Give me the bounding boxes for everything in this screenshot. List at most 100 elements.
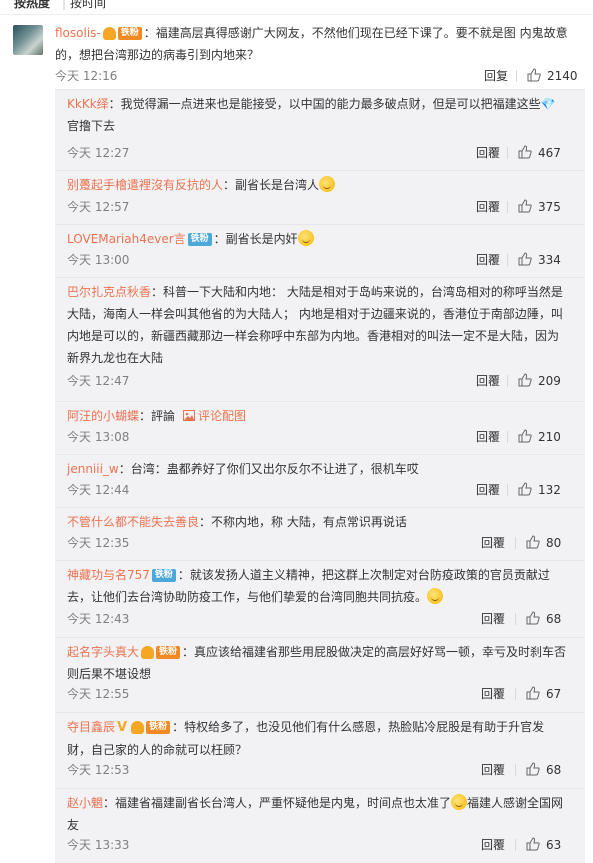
reply-button[interactable]: 回覆 — [476, 145, 500, 161]
comment-image-link[interactable]: 评论配图 — [198, 409, 246, 423]
like-button[interactable]: 467 — [518, 145, 561, 161]
like-count: 209 — [538, 374, 561, 388]
sort-bar: 按热度 | 按时间 — [0, 0, 593, 14]
reply-username[interactable]: 赵小魍 — [67, 796, 103, 810]
divider — [507, 375, 508, 387]
sort-separator: | — [62, 0, 67, 10]
reply-button[interactable]: 回覆 — [476, 373, 500, 389]
emoji-icon — [319, 176, 336, 192]
list-item: KkKk绎：我觉得漏一点进来也是能接受，以中国的能力最多破点财，但是可以把福建这… — [55, 89, 585, 170]
reply-button[interactable]: 回覆 — [481, 762, 505, 778]
divider — [507, 431, 508, 443]
main-comment: flosolis- 铁粉 ：福建高层真得感谢广大网友，不然他们现在已经下课了。要不就… — [0, 14, 593, 89]
fan-badge: 铁粉 — [146, 721, 171, 734]
reply-username[interactable]: 阿汪的小蝴蝶 — [67, 409, 139, 423]
reply-button[interactable]: 回覆 — [476, 199, 500, 215]
reply-button[interactable]: 回覆 — [481, 837, 505, 853]
like-count: 67 — [546, 687, 562, 701]
like-button[interactable]: 209 — [518, 373, 561, 389]
reply-body: ：評論 — [139, 409, 176, 423]
reply-time: 今天 13:33 — [67, 838, 130, 852]
like-count: 68 — [546, 612, 562, 626]
avatar[interactable] — [13, 25, 43, 55]
reply-button[interactable]: 回覆 — [476, 429, 500, 445]
reply-body: ：福建省福建副省长台湾人，严重怀疑他是内鬼，时间点也太准了 — [103, 796, 452, 810]
like-count: 80 — [546, 536, 562, 550]
like-button[interactable]: 63 — [526, 837, 561, 853]
reply-text: jenniii_w：台湾：蛊都养好了你们又出尔反尔不让进了，很机车哎 — [67, 458, 567, 480]
fan-badge: 铁粉 — [156, 646, 181, 659]
reply-username[interactable]: 起名字头真大 — [67, 645, 139, 659]
reply-body: ：不称内地，称 大陆，有点常识再说话 — [199, 515, 407, 529]
reply-username[interactable]: LOVEMariah4ever言 — [67, 232, 186, 246]
like-button[interactable]: 68 — [526, 611, 561, 627]
reply-username[interactable]: 巴尔扎克点秋香 — [67, 285, 151, 299]
reply-time: 今天 12:47 — [67, 374, 130, 388]
reply-time: 今天 12:57 — [67, 200, 130, 214]
picture-icon — [183, 410, 196, 421]
reply-username[interactable]: KkKk绎 — [67, 97, 109, 111]
reply-button[interactable]: 回覆 — [476, 252, 500, 268]
reply-username[interactable]: 夺目鑫辰 — [67, 720, 115, 734]
sort-by-hot-tab[interactable]: 按热度 — [14, 0, 50, 10]
reply-time: 今天 12:55 — [67, 687, 130, 701]
reply-text: 巴尔扎克点秋香：科普一下大陆和内地： 大陆是相对于岛屿来说的，台湾岛相对的称呼当… — [67, 281, 567, 369]
divider — [515, 613, 516, 625]
reply-button[interactable]: 回覆 — [476, 482, 500, 498]
like-count: 63 — [546, 838, 562, 852]
comment-username[interactable]: flosolis- — [55, 26, 101, 40]
like-count: 467 — [538, 146, 561, 160]
list-item: 不管什么都不能失去善良：不称内地，称 大陆，有点常识再说话 今天 12:35 回… — [55, 507, 585, 560]
like-button[interactable]: 210 — [518, 429, 561, 445]
reply-body: ：台湾：蛊都养好了你们又出尔反尔不让进了，很机车哎 — [118, 462, 419, 476]
thumbs-up-icon — [518, 482, 532, 496]
like-button[interactable]: 132 — [518, 482, 561, 498]
list-item: 起名字头真大 铁粉 ：真应该给福建省那些用屁股做决定的高层好好骂一顿，幸亏及时刹车否… — [55, 637, 585, 712]
reply-username[interactable]: jenniii_w — [67, 462, 119, 476]
reply-text: KkKk绎：我觉得漏一点进来也是能接受，以中国的能力最多破点财，但是可以把福建这… — [67, 93, 567, 137]
divider — [515, 688, 516, 700]
list-item: 神藏功与名757 铁粉 ：就该发扬人道主义精神，把这群上次制定对台防疫政策的官员贡献… — [55, 560, 585, 637]
reply-username[interactable]: 别躉起手檜遣裡沒有反抗的人 — [67, 178, 223, 192]
verified-v-icon: V — [117, 720, 128, 735]
reply-body: ：副省长是内奸 — [213, 232, 298, 246]
reply-button[interactable]: 回覆 — [481, 611, 505, 627]
list-item: 夺目鑫辰 V 铁粉 ：特权给多了，也没见他们有什么感恩，热脸贴冷屁股是有助于升官发财，… — [55, 712, 585, 788]
divider — [507, 201, 508, 213]
divider — [515, 839, 516, 851]
like-count: 375 — [538, 200, 561, 214]
divider — [507, 147, 508, 159]
reply-username[interactable]: 神藏功与名757 — [67, 568, 150, 582]
like-button[interactable]: 2140 — [527, 68, 578, 84]
like-button[interactable]: 80 — [526, 535, 561, 551]
like-button[interactable]: 67 — [526, 686, 561, 702]
divider — [515, 537, 516, 549]
reply-body: ：副省长是台湾人 — [223, 178, 320, 192]
like-button[interactable]: 68 — [526, 762, 561, 778]
fan-badge: 铁粉 — [151, 569, 176, 582]
fan-badge: 铁粉 — [187, 233, 212, 246]
like-count: 334 — [538, 253, 561, 267]
list-item: jenniii_w：台湾：蛊都养好了你们又出尔反尔不让进了，很机车哎 今天 12… — [55, 454, 585, 507]
like-button[interactable]: 334 — [518, 252, 561, 268]
list-item: 阿汪的小蝴蝶：評論 评论配图 今天 13:08 回覆 210 — [55, 401, 585, 454]
thumbs-up-icon — [526, 611, 540, 625]
reply-button[interactable]: 回覆 — [481, 535, 505, 551]
reply-button[interactable]: 回覆 — [481, 686, 505, 702]
like-button[interactable]: 375 — [518, 199, 561, 215]
divider — [507, 254, 508, 266]
thumbs-up-icon — [518, 429, 532, 443]
reply-username[interactable]: 不管什么都不能失去善良 — [67, 515, 199, 529]
list-item: LOVEMariah4ever言 铁粉 ：副省长是内奸 今天 13:00 回覆 33… — [55, 224, 585, 277]
reply-button[interactable]: 回复 — [484, 68, 508, 84]
thumbs-up-icon — [526, 686, 540, 700]
reply-text: 赵小魍：福建省福建副省长台湾人，严重怀疑他是内鬼，时间点也太准了 福建人感谢全国网… — [67, 792, 567, 836]
reply-time: 今天 12:43 — [67, 612, 130, 626]
reply-text: 不管什么都不能失去善良：不称内地，称 大陆，有点常识再说话 — [67, 511, 567, 533]
thumbs-up-icon — [526, 535, 540, 549]
thumbs-up-icon — [518, 199, 532, 213]
reply-time: 今天 12:44 — [67, 483, 130, 497]
main-comment-text: flosolis- 铁粉 ：福建高层真得感谢广大网友，不然他们现在已经下课了。要不就… — [55, 22, 580, 66]
list-item: 赵小魍：福建省福建副省长台湾人，严重怀疑他是内鬼，时间点也太准了 福建人感谢全国网… — [55, 788, 585, 863]
sort-by-time-tab[interactable]: 按时间 — [70, 0, 106, 10]
